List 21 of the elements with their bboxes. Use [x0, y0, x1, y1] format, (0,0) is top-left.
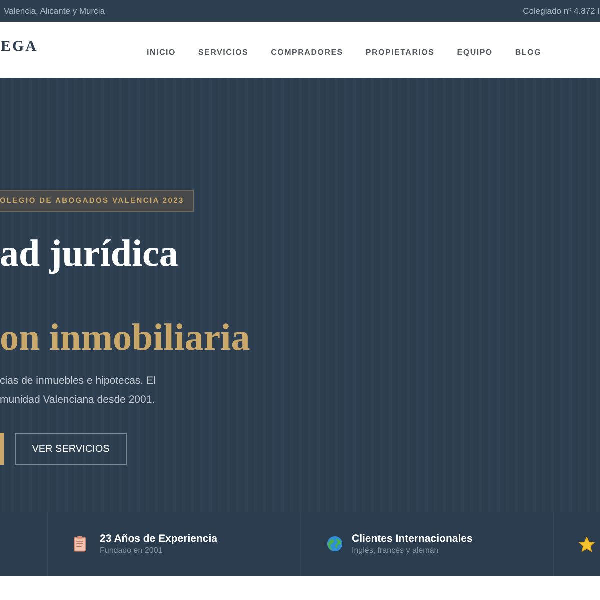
nav-link[interactable]: SERVICIOS: [198, 48, 249, 57]
services-button[interactable]: VER SERVICIOS: [15, 433, 127, 465]
star-icon: [579, 536, 595, 552]
clipboard-icon: [74, 536, 86, 552]
location-text: Valencia, Alicante y Murcia: [4, 6, 105, 16]
nav-link[interactable]: EQUIPO: [457, 48, 493, 57]
primary-button[interactable]: [0, 433, 4, 465]
registration-text: Colegiado nº 4.872 I: [523, 6, 600, 16]
nav-link[interactable]: BLOG: [515, 48, 542, 57]
hero-heading: on inmobiliaria: [0, 316, 252, 360]
feature-subtitle: Fundado en 2001: [100, 546, 164, 555]
feature-title: Clientes Internacionales: [352, 533, 473, 545]
hero-heading: ad jurídica: [0, 232, 180, 276]
nav-link[interactable]: INICIO: [147, 48, 176, 57]
site-logo[interactable]: EGA: [1, 38, 38, 56]
feature-subtitle: Inglés, francés y alemán: [352, 546, 440, 555]
nav-link[interactable]: COMPRADORES: [271, 48, 344, 57]
globe-icon: [327, 536, 343, 552]
nav-link[interactable]: PROPIETARIOS: [366, 48, 435, 57]
feature-title: 23 Años de Experiencia: [100, 533, 218, 545]
hero-description: cias de inmuebles e hipotecas. El munidad Valenciana desde 2001.: [0, 374, 157, 408]
